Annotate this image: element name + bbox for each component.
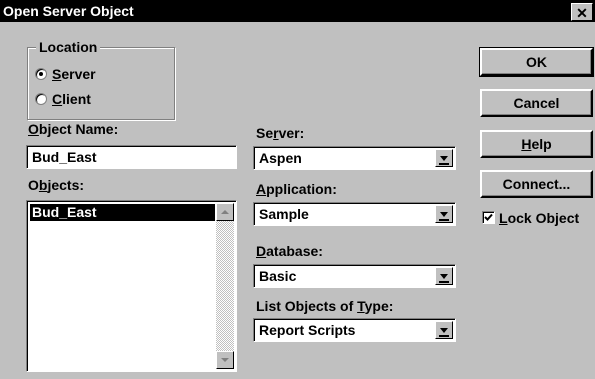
application-value: Sample (259, 206, 309, 222)
object-type-dropdown-button[interactable] (435, 321, 453, 339)
radio-client-label: Client (52, 91, 91, 107)
server-label: Server: (256, 125, 305, 141)
dropdown-arrow-icon (440, 328, 448, 333)
radio-client[interactable]: Client (35, 90, 155, 108)
database-combobox[interactable]: Basic (253, 264, 456, 288)
objects-label: Objects: (28, 177, 85, 193)
radio-icon (35, 93, 47, 105)
scroll-down-button[interactable] (216, 351, 234, 369)
checkmark-icon (484, 213, 493, 221)
window-title: Open Server Object (3, 3, 134, 19)
close-button[interactable]: ✕ (571, 3, 593, 21)
radio-server-label: Server (52, 66, 96, 82)
database-value: Basic (259, 268, 297, 284)
server-dropdown-button[interactable] (435, 149, 453, 167)
dropdown-arrow-base (439, 163, 449, 165)
server-combobox[interactable]: Aspen (253, 146, 456, 170)
server-value: Aspen (259, 150, 302, 166)
object-type-combobox[interactable]: Report Scripts (253, 318, 456, 342)
lock-object-checkbox[interactable]: Lock Object (482, 209, 592, 227)
radio-icon (35, 68, 47, 80)
scroll-up-icon (221, 210, 229, 214)
application-combobox[interactable]: Sample (253, 202, 456, 226)
objects-listbox[interactable]: Bud_East (26, 200, 237, 372)
dropdown-arrow-icon (440, 156, 448, 161)
database-dropdown-button[interactable] (435, 267, 453, 285)
lock-object-label: Lock Object (499, 210, 580, 226)
objects-scrollbar[interactable] (216, 203, 234, 369)
object-name-value: Bud_East (32, 149, 97, 165)
dropdown-arrow-base (439, 281, 449, 283)
dropdown-arrow-base (439, 335, 449, 337)
close-icon: ✕ (576, 5, 588, 21)
dropdown-arrow-base (439, 219, 449, 221)
application-dropdown-button[interactable] (435, 205, 453, 223)
object-name-input[interactable]: Bud_East (26, 145, 237, 169)
radio-selected-dot (39, 72, 43, 76)
location-group-label: Location (36, 38, 101, 56)
ok-button-label: OK (526, 54, 547, 70)
help-button[interactable]: Help (480, 130, 593, 158)
dropdown-arrow-icon (440, 274, 448, 279)
checkbox-box (482, 211, 495, 224)
title-bar: Open Server Object (0, 0, 595, 22)
ok-button[interactable]: OK (479, 47, 594, 77)
connect-button[interactable]: Connect... (480, 170, 593, 198)
help-button-label: Help (521, 136, 552, 152)
dropdown-arrow-icon (440, 212, 448, 217)
object-type-label: List Objects of Type: (256, 298, 394, 314)
list-item-selected[interactable]: Bud_East (30, 204, 215, 221)
cancel-button[interactable]: Cancel (480, 89, 593, 117)
radio-server[interactable]: Server (35, 65, 155, 83)
scroll-up-button[interactable] (216, 203, 234, 221)
database-label: Database: (256, 243, 323, 259)
application-label: Application: (256, 181, 337, 197)
cancel-button-label: Cancel (513, 95, 560, 111)
location-group (27, 47, 175, 120)
object-name-label: Object Name: (28, 121, 119, 137)
object-type-value: Report Scripts (259, 322, 356, 338)
scroll-down-icon (221, 358, 229, 362)
connect-button-label: Connect... (502, 176, 571, 192)
